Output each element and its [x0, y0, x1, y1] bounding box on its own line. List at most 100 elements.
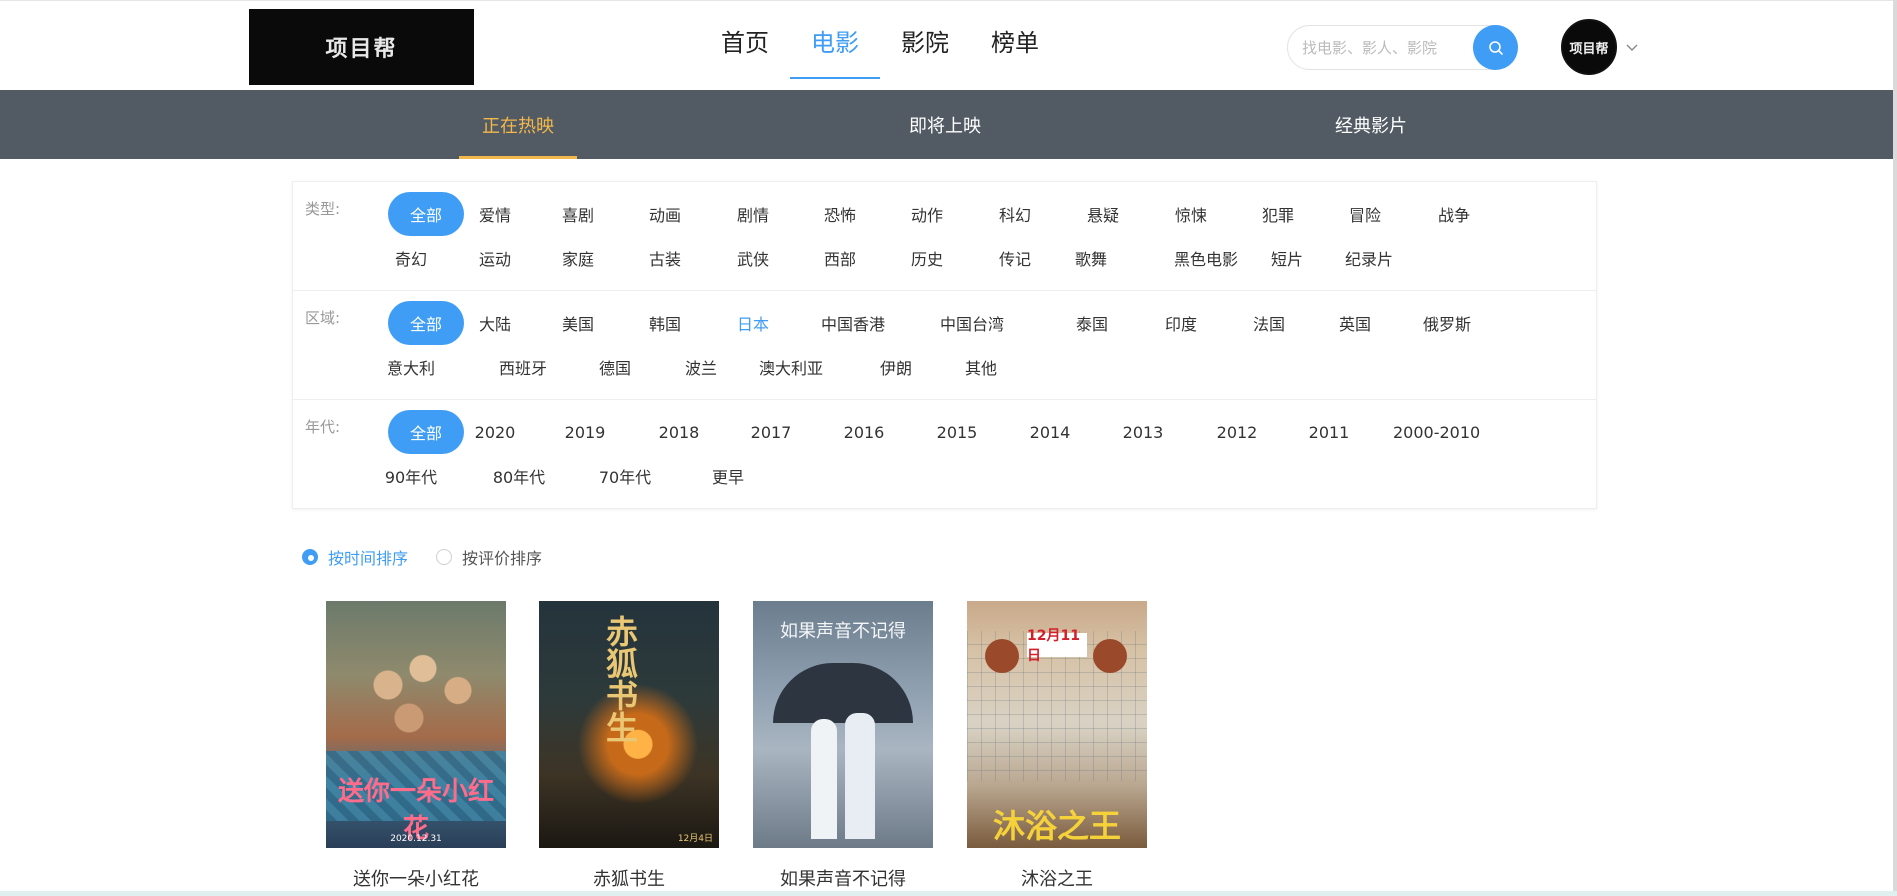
movie-card[interactable]: 送你一朵小红花 2020.12.31 送你一朵小红花 — [326, 601, 506, 891]
movie-poster[interactable]: 赤狐书生 12月4日 — [539, 601, 719, 848]
filter-tag-type[interactable]: 家庭 — [538, 236, 618, 280]
movie-card[interactable]: 12月11日 沐浴之王 沐浴之王 — [967, 601, 1147, 891]
filter-tag-region[interactable]: 韩国 — [625, 301, 705, 345]
poster-art — [845, 713, 875, 839]
filter-tag-type[interactable]: 悬疑 — [1063, 192, 1143, 236]
movie-poster[interactable]: 12月11日 沐浴之王 — [967, 601, 1147, 848]
filter-tag-region[interactable]: 中国香港 — [813, 301, 893, 345]
filter-tag-type[interactable]: 歌舞 — [1051, 236, 1131, 280]
filter-label: 年代: — [305, 418, 341, 436]
filter-tag-type[interactable]: 科幻 — [975, 192, 1055, 236]
filter-tag-type[interactable]: 剧情 — [713, 192, 793, 236]
filter-tag-type[interactable]: 奇幻 — [371, 236, 451, 280]
filter-tag-region[interactable]: 波兰 — [661, 345, 741, 389]
scrollbar[interactable] — [1893, 0, 1897, 896]
poster-title: 赤狐书生 — [601, 615, 639, 743]
filter-tag-year[interactable]: 2015 — [917, 410, 997, 454]
filter-tag-region[interactable]: 意大利 — [371, 345, 451, 389]
nav-rankings[interactable]: 榜单 — [970, 1, 1060, 79]
filter-row-region: 区域: 全部 大陆 美国 韩国 日本 中国香港 中国台湾 泰国 印度 法国 英国 俄罗斯意大利 西班牙德… — [293, 291, 1596, 400]
filter-tag-year[interactable]: 2018 — [639, 410, 719, 454]
filter-tag-type[interactable]: 黑色电影 — [1166, 236, 1246, 280]
filter-tag-year[interactable]: 2014 — [1010, 410, 1090, 454]
movie-title[interactable]: 如果声音不记得 — [753, 865, 933, 891]
filter-tag-year[interactable]: 2017 — [731, 410, 811, 454]
filter-tag-region[interactable]: 印度 — [1141, 301, 1221, 345]
nav-cinemas[interactable]: 影院 — [880, 1, 970, 79]
filter-tag-region[interactable]: 俄罗斯 — [1407, 301, 1487, 345]
site-logo[interactable]: 项目帮 — [249, 9, 474, 85]
filter-tag-year[interactable]: 2000-2010 — [1393, 410, 1480, 454]
search-input[interactable] — [1302, 26, 1462, 69]
filter-tag-region[interactable]: 大陆 — [455, 301, 535, 345]
filter-tag-type[interactable]: 喜剧 — [538, 192, 618, 236]
filter-tag-type[interactable]: 全部 — [388, 192, 464, 236]
movie-card[interactable]: 如果声音不记得 如果声音不记得 — [753, 601, 933, 891]
filter-tag-year[interactable]: 2013 — [1103, 410, 1183, 454]
movie-poster[interactable]: 如果声音不记得 — [753, 601, 933, 848]
filter-tag-year[interactable]: 70年代 — [585, 454, 665, 498]
filter-tag-region[interactable]: 西班牙 — [483, 345, 563, 389]
tab-now-showing[interactable]: 正在热映 — [459, 90, 577, 159]
filter-tag-type[interactable]: 短片 — [1247, 236, 1327, 280]
filter-tag-year[interactable]: 80年代 — [479, 454, 559, 498]
filter-tag-region[interactable]: 泰国 — [1052, 301, 1132, 345]
poster-art — [985, 639, 1019, 673]
search-box — [1287, 25, 1518, 70]
filter-tag-year[interactable]: 90年代 — [371, 454, 451, 498]
filter-tag-region[interactable]: 英国 — [1315, 301, 1395, 345]
chevron-down-icon[interactable] — [1624, 39, 1640, 55]
filter-tag-year[interactable]: 2016 — [824, 410, 904, 454]
filter-tag-region[interactable]: 法国 — [1229, 301, 1309, 345]
movie-title[interactable]: 沐浴之王 — [967, 865, 1147, 891]
sort-by-rating[interactable]: 按评价排序 — [436, 545, 542, 569]
movie-title[interactable]: 送你一朵小红花 — [326, 865, 506, 891]
filter-tag-type[interactable]: 西部 — [800, 236, 880, 280]
filter-tag-type[interactable]: 爱情 — [455, 192, 535, 236]
nav-home[interactable]: 首页 — [700, 1, 790, 79]
filter-tag-type[interactable]: 恐怖 — [800, 192, 880, 236]
filter-tag-region[interactable]: 澳大利亚 — [751, 345, 831, 389]
filter-tag-region[interactable]: 伊朗 — [856, 345, 936, 389]
filter-tag-year[interactable]: 全部 — [388, 410, 464, 454]
filter-tag-type[interactable]: 武侠 — [713, 236, 793, 280]
tab-coming-soon[interactable]: 即将上映 — [886, 90, 1004, 159]
main-nav: 首页 电影 影院 榜单 — [700, 1, 1060, 91]
filter-tag-type[interactable]: 运动 — [455, 236, 535, 280]
filter-tag-type[interactable]: 犯罪 — [1238, 192, 1318, 236]
filter-tag-year[interactable]: 2019 — [545, 410, 625, 454]
movie-card[interactable]: 赤狐书生 12月4日 赤狐书生 — [539, 601, 719, 891]
tab-classics[interactable]: 经典影片 — [1312, 90, 1430, 159]
nav-movies[interactable]: 电影 — [790, 1, 880, 79]
movie-title[interactable]: 赤狐书生 — [539, 865, 719, 891]
filter-tag-type[interactable]: 冒险 — [1325, 192, 1405, 236]
filter-tag-year[interactable]: 更早 — [688, 454, 768, 498]
avatar-text: 项目帮 — [1569, 41, 1609, 57]
movie-poster[interactable]: 送你一朵小红花 2020.12.31 — [326, 601, 506, 848]
filter-tag-year[interactable]: 2020 — [455, 410, 535, 454]
filter-tag-type[interactable]: 纪录片 — [1329, 236, 1409, 280]
filter-tag-type[interactable]: 历史 — [887, 236, 967, 280]
search-button[interactable] — [1473, 25, 1518, 70]
filter-tag-region[interactable]: 德国 — [575, 345, 655, 389]
filter-tag-type[interactable]: 动画 — [625, 192, 705, 236]
filter-tag-type[interactable]: 动作 — [887, 192, 967, 236]
user-avatar[interactable]: 项目帮 — [1561, 19, 1617, 75]
filter-panel: 类型: 全部 爱情 喜剧 动画 剧情 恐怖 动作 科幻 悬疑 惊悚 犯罪 冒险 战争 奇幻 运动 家庭 古装 武侠… — [292, 181, 1597, 509]
filter-tag-type[interactable]: 惊悚 — [1151, 192, 1231, 236]
filter-tag-region[interactable]: 美国 — [538, 301, 618, 345]
filter-tag-type[interactable]: 古装 — [625, 236, 705, 280]
filter-tag-type[interactable]: 战争 — [1414, 192, 1494, 236]
filter-tag-region[interactable]: 其他 — [941, 345, 1021, 389]
filter-label: 区域: — [305, 309, 341, 327]
filter-tag-year[interactable]: 2012 — [1197, 410, 1277, 454]
filter-tag-region[interactable]: 全部 — [388, 301, 464, 345]
sort-by-time[interactable]: 按时间排序 — [302, 545, 408, 569]
filter-tag-region[interactable]: 日本 — [713, 301, 793, 345]
filter-row-type: 类型: 全部 爱情 喜剧 动画 剧情 恐怖 动作 科幻 悬疑 惊悚 犯罪 冒险 战争 奇幻 运动 家庭 古装 武侠… — [293, 182, 1596, 291]
filter-tag-region[interactable]: 中国台湾 — [932, 301, 1012, 345]
filter-row-year: 年代: 全部 2020 2019 2018 2017 2016 2015 2014 2013 20… — [293, 400, 1596, 509]
filter-tag-year[interactable]: 2011 — [1289, 410, 1369, 454]
filter-tag-type[interactable]: 传记 — [975, 236, 1055, 280]
poster-date: 12月4日 — [677, 834, 713, 844]
